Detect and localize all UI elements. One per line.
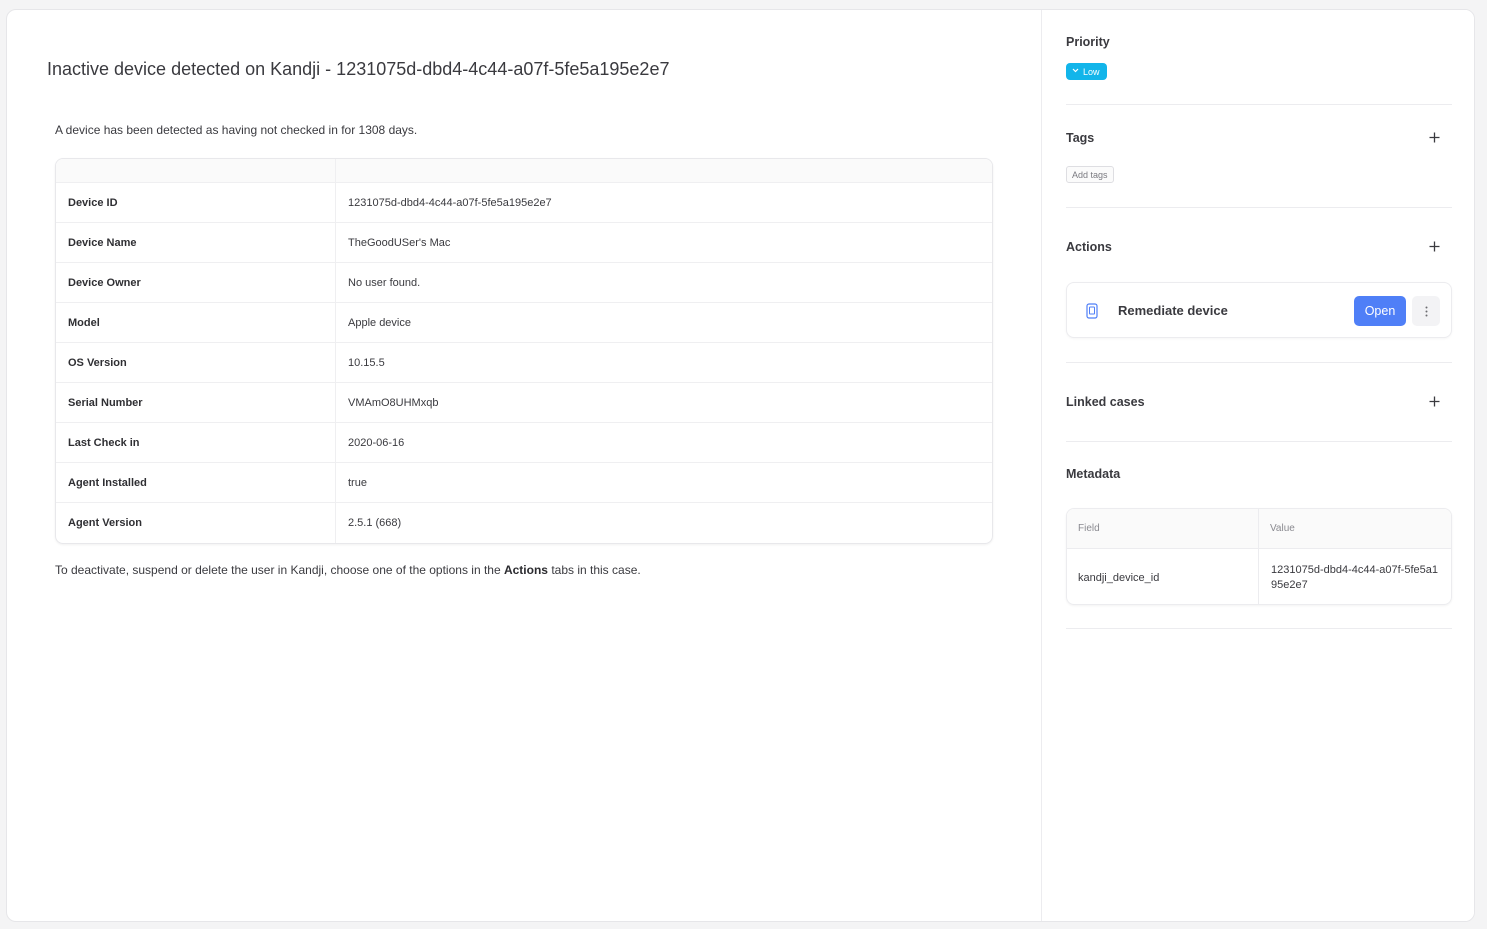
add-tags-button[interactable]: Add tags xyxy=(1066,166,1114,183)
table-row: kandji_device_id 1231075d-dbd4-4c44-a07f… xyxy=(1067,549,1451,604)
add-action-plus-icon[interactable] xyxy=(1426,239,1442,255)
table-row: Last Check in 2020-06-16 xyxy=(56,423,992,463)
linked-cases-label: Linked cases xyxy=(1066,395,1145,409)
priority-badge[interactable]: Low xyxy=(1066,63,1107,80)
tags-label: Tags xyxy=(1066,131,1095,145)
divider xyxy=(1066,104,1452,105)
row-key: Agent Installed xyxy=(56,463,336,502)
table-row: Model Apple device xyxy=(56,303,992,343)
metadata-field-header: Field xyxy=(1067,509,1259,548)
metadata-value-header: Value xyxy=(1270,523,1295,534)
open-action-button[interactable]: Open xyxy=(1354,296,1406,326)
row-value: VMAmO8UHMxqb xyxy=(348,396,439,409)
row-key: Last Check in xyxy=(56,423,336,462)
metadata-table: Field Value kandji_device_id 1231075d-db… xyxy=(1066,508,1452,605)
row-key: Model xyxy=(56,303,336,342)
row-value: TheGoodUSer's Mac xyxy=(348,236,451,249)
table-row: Serial Number VMAmO8UHMxqb xyxy=(56,383,992,423)
device-icon xyxy=(1085,303,1099,319)
case-description: A device has been detected as having not… xyxy=(55,123,418,137)
row-value: 2020-06-16 xyxy=(348,436,405,449)
row-key: Serial Number xyxy=(56,383,336,422)
priority-label: Priority xyxy=(1066,35,1110,49)
table-row: Device Owner No user found. xyxy=(56,263,992,303)
action-item-remediate-device[interactable]: Remediate device Open xyxy=(1066,282,1452,338)
row-key: Device Name xyxy=(56,223,336,262)
table-row: Device Name TheGoodUSer's Mac xyxy=(56,223,992,263)
row-value: 1231075d-dbd4-4c44-a07f-5fe5a195e2e7 xyxy=(348,196,552,209)
kebab-menu-icon xyxy=(1425,306,1427,316)
add-tag-plus-icon[interactable] xyxy=(1426,130,1442,146)
row-value: 10.15.5 xyxy=(348,356,385,369)
page-title: Inactive device detected on Kandji - 123… xyxy=(47,59,670,79)
row-value: Apple device xyxy=(348,316,411,329)
table-row: Agent Version 2.5.1 (668) xyxy=(56,503,992,543)
metadata-label: Metadata xyxy=(1066,467,1121,481)
row-key: Device Owner xyxy=(56,263,336,302)
table-row: OS Version 10.15.5 xyxy=(56,343,992,383)
row-value: 2.5.1 (668) xyxy=(348,517,402,529)
row-value: No user found. xyxy=(348,276,421,289)
divider xyxy=(1066,441,1452,442)
row-key: Agent Version xyxy=(56,503,336,543)
divider xyxy=(1066,207,1452,208)
case-instructions: To deactivate, suspend or delete the use… xyxy=(55,563,641,577)
actions-label: Actions xyxy=(1066,240,1112,254)
row-key: Device ID xyxy=(56,183,336,222)
metadata-header: Field Value xyxy=(1067,509,1451,549)
add-linked-case-plus-icon[interactable] xyxy=(1426,394,1442,410)
case-sidebar: Priority Low Tags Add tags Actions Remed… xyxy=(1041,10,1474,921)
divider xyxy=(1066,362,1452,363)
more-options-button[interactable] xyxy=(1412,296,1440,326)
metadata-field: kandji_device_id xyxy=(1067,549,1259,604)
chevron-down-icon xyxy=(1072,66,1079,75)
action-label: Remediate device xyxy=(1118,303,1228,318)
metadata-value: 1231075d-dbd4-4c44-a07f-5fe5a195e2e7 xyxy=(1271,563,1438,591)
table-header xyxy=(56,159,992,183)
case-main-panel: Inactive device detected on Kandji - 123… xyxy=(7,10,1041,921)
table-row: Agent Installed true xyxy=(56,463,992,503)
device-details-table: Device ID 1231075d-dbd4-4c44-a07f-5fe5a19… xyxy=(55,158,993,544)
table-row: Device ID 1231075d-dbd4-4c44-a07f-5fe5a19… xyxy=(56,183,992,223)
row-key: OS Version xyxy=(56,343,336,382)
divider xyxy=(1066,628,1452,629)
case-card: Inactive device detected on Kandji - 123… xyxy=(6,9,1475,922)
row-value: true xyxy=(348,476,367,489)
